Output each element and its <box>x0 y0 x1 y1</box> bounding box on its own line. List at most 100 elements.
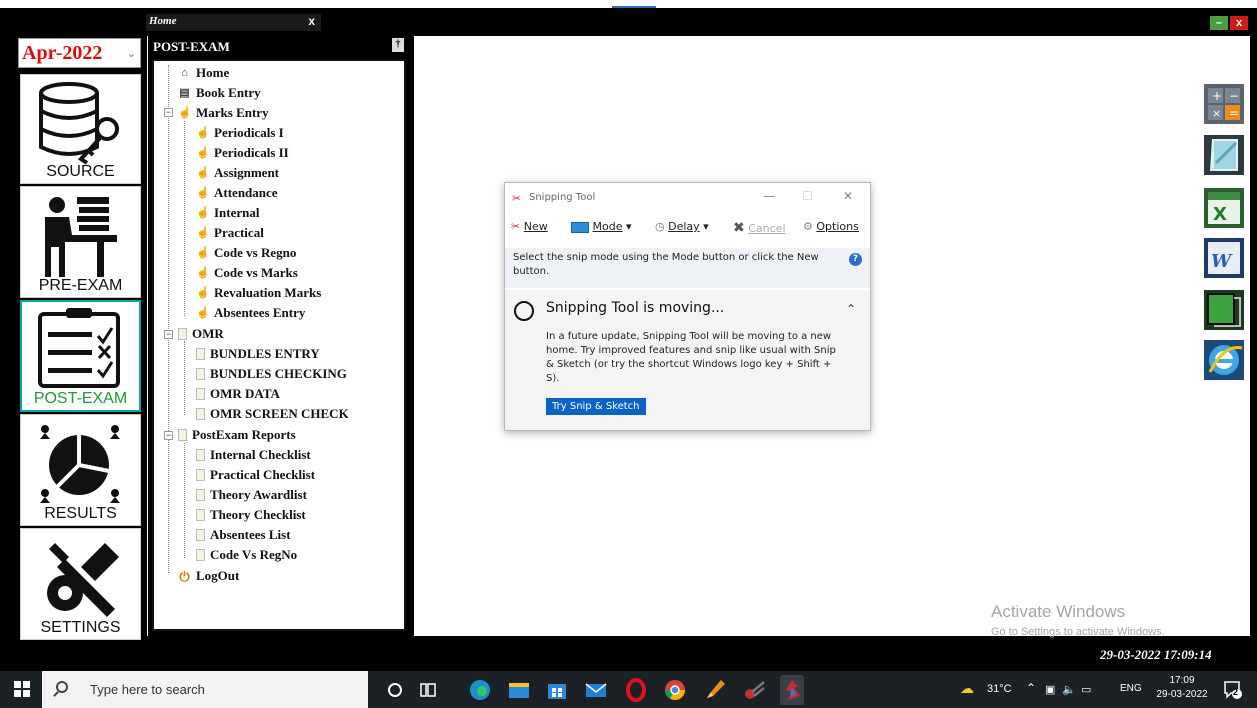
tree-item-assignment[interactable]: ☝ Assignment <box>196 164 279 182</box>
document-icon <box>196 348 205 360</box>
taskbar-time: 17:09 <box>1169 675 1195 686</box>
tree-item-marks-entry[interactable]: ☝ Marks Entry <box>178 104 269 122</box>
tab-home[interactable]: Home x <box>146 14 321 31</box>
snip-moving-title: Snipping Tool is moving... <box>546 300 725 316</box>
gear-icon: ⚙ <box>803 220 813 233</box>
windows-start-icon[interactable] <box>14 681 30 697</box>
module-settings[interactable]: SETTINGS <box>20 528 141 640</box>
minimize-button[interactable]: – <box>1210 16 1228 30</box>
snip-cancel-label: Cancel <box>748 222 786 235</box>
chevron-down-icon: ⌄ <box>126 48 136 60</box>
pencil-app-icon[interactable] <box>703 678 727 702</box>
module-pre-exam[interactable]: PRE-EXAM <box>20 186 141 298</box>
snip-mode-button[interactable]: Mode ▾ <box>571 220 632 233</box>
weather-temperature[interactable]: 31°C <box>987 683 1012 695</box>
exam-app-taskbar-icon[interactable] <box>780 675 804 705</box>
notepad-button[interactable] <box>1202 133 1246 177</box>
module-results[interactable]: RESULTS <box>20 414 141 526</box>
chevron-up-icon[interactable]: ⌃ <box>1026 681 1036 695</box>
snip-mode-label: Mode <box>592 220 623 233</box>
try-snip-sketch-button[interactable]: Try Snip & Sketch <box>546 398 646 415</box>
tree-item-omr-data[interactable]: OMR DATA <box>196 385 280 403</box>
tree-item-bundles-checking[interactable]: BUNDLES CHECKING <box>196 365 347 383</box>
tree-item-label: Practical Checklist <box>210 467 316 482</box>
session-value: Apr-2022 <box>22 42 103 64</box>
status-bar <box>0 636 1257 671</box>
snipping-tool-taskbar-icon[interactable] <box>742 678 766 702</box>
mail-icon[interactable] <box>584 678 608 702</box>
file-explorer-icon[interactable] <box>507 678 531 702</box>
expander-postexam-reports[interactable]: − <box>164 431 173 440</box>
snip-close-button[interactable]: ✕ <box>843 189 853 203</box>
tree-item-theory-awardlist[interactable]: Theory Awardlist <box>196 486 307 504</box>
tab-close-button[interactable]: x <box>308 14 315 28</box>
module-post-exam-label: POST-EXAM <box>33 390 128 407</box>
student-desk-icon <box>45 197 117 277</box>
tree-item-practical[interactable]: ☝ Practical <box>196 224 264 242</box>
pin-icon[interactable]: † <box>392 38 404 52</box>
tree-item-absentees-entry[interactable]: ☝ Absentees Entry <box>196 304 305 322</box>
snip-cancel-button[interactable]: ✖ Cancel <box>733 220 786 236</box>
store-icon[interactable] <box>545 678 569 702</box>
taskbar-search-box[interactable]: Type here to search <box>42 671 368 708</box>
expander-marks-entry[interactable]: − <box>164 108 173 117</box>
hand-icon: ☝ <box>196 286 210 299</box>
tree-item-book-entry[interactable]: ▤ Book Entry <box>178 84 260 102</box>
help-icon[interactable]: ? <box>849 253 862 266</box>
module-source[interactable]: SOURCE <box>20 74 141 184</box>
tree-item-code-vs-regno-report[interactable]: Code Vs RegNo <box>196 546 297 564</box>
cortana-icon[interactable] <box>383 678 407 702</box>
word-button[interactable]: W <box>1202 236 1246 280</box>
screen-button[interactable] <box>1202 288 1246 332</box>
session-select[interactable]: Apr-2022 ⌄ <box>18 38 141 68</box>
task-view-icon <box>420 683 436 697</box>
navigation-panel-header: POST-EXAM † <box>148 36 414 58</box>
snip-sketch-icon <box>514 301 534 321</box>
tree-item-periodicals-i[interactable]: ☝ Periodicals I <box>196 124 284 142</box>
tree-item-revaluation-marks[interactable]: ☝ Revaluation Marks <box>196 284 321 302</box>
tree-item-label: OMR <box>192 326 224 341</box>
opera-icon[interactable] <box>624 678 648 702</box>
tree-item-home[interactable]: ⌂ Home <box>178 64 229 82</box>
tree-item-code-vs-marks[interactable]: ☝ Code vs Marks <box>196 264 298 282</box>
display-icon[interactable]: ▭ <box>1081 683 1091 696</box>
notepad-icon <box>1204 135 1244 175</box>
tree-item-theory-checklist[interactable]: Theory Checklist <box>196 506 306 524</box>
snip-moving-panel: Snipping Tool is moving... ⌃ In a future… <box>505 290 870 430</box>
tree-item-code-vs-regno[interactable]: ☝ Code vs Regno <box>196 244 296 262</box>
chevron-up-icon[interactable]: ⌃ <box>846 302 856 316</box>
tree-item-omr-screen-check[interactable]: OMR SCREEN CHECK <box>196 405 349 423</box>
tree-item-attendance[interactable]: ☝ Attendance <box>196 184 278 202</box>
tree-item-internal[interactable]: ☝ Internal <box>196 204 260 222</box>
taskbar-clock[interactable]: 17:09 29-03-2022 <box>1152 674 1212 702</box>
chrome-icon[interactable] <box>663 678 687 702</box>
tree-item-internal-checklist[interactable]: Internal Checklist <box>196 446 311 464</box>
tree-item-practical-checklist[interactable]: Practical Checklist <box>196 466 315 484</box>
snip-new-label: New <box>523 220 548 233</box>
calculator-button[interactable]: + − × = <box>1202 82 1246 126</box>
task-view-icon[interactable] <box>416 678 440 702</box>
notification-center-icon[interactable]: 2 <box>1222 679 1242 699</box>
notification-icon <box>1224 681 1242 699</box>
hand-icon: ☝ <box>196 126 210 139</box>
language-indicator[interactable]: ENG <box>1120 683 1142 694</box>
snip-new-button[interactable]: ✂ New <box>511 220 548 233</box>
internet-explorer-button[interactable] <box>1202 338 1246 382</box>
volume-muted-icon[interactable]: 🔈 <box>1062 683 1076 696</box>
snip-delay-button[interactable]: ◷ Delay ▾ <box>655 220 709 233</box>
excel-button[interactable]: X <box>1202 186 1246 230</box>
edge-icon[interactable] <box>468 678 492 702</box>
snip-maximize-button[interactable]: ☐ <box>802 189 813 203</box>
network-icon[interactable]: ▣ <box>1045 683 1055 696</box>
tree-item-absentees-list[interactable]: Absentees List <box>196 526 291 544</box>
tree-item-omr[interactable]: OMR <box>178 325 224 343</box>
tree-item-periodicals-ii[interactable]: ☝ Periodicals II <box>196 144 289 162</box>
module-post-exam[interactable]: POST-EXAM <box>20 300 141 412</box>
tree-item-logout[interactable]: ⏻ LogOut <box>178 567 239 585</box>
close-button[interactable]: x <box>1230 16 1248 30</box>
tree-item-postexam-reports[interactable]: PostExam Reports <box>178 426 296 444</box>
snip-options-button[interactable]: ⚙ Options <box>803 220 859 233</box>
tree-item-bundles-entry[interactable]: BUNDLES ENTRY <box>196 345 320 363</box>
snip-minimize-button[interactable]: — <box>763 189 775 203</box>
expander-omr[interactable]: − <box>164 330 173 339</box>
